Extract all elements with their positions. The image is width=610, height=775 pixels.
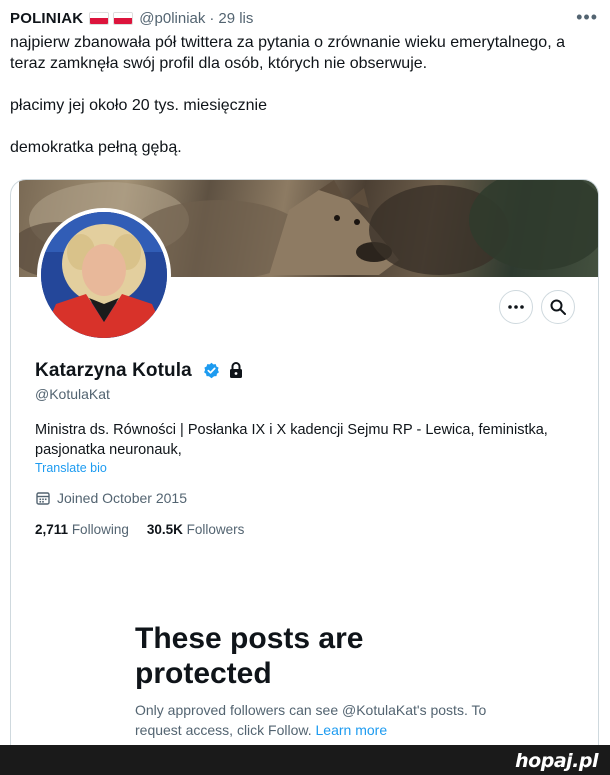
- poland-flag-icon: [89, 11, 110, 25]
- lock-icon: [230, 362, 242, 378]
- tweet-text-line: demokratka pełną gębą.: [10, 139, 182, 156]
- more-horizontal-icon: [508, 305, 524, 309]
- profile-avatar[interactable]: [37, 208, 171, 342]
- author-handle[interactable]: @p0liniak: [139, 10, 205, 27]
- tweet-text-line: płacimy jej około 20 tys. miesięcznie: [10, 97, 267, 114]
- tweet-text: najpierw zbanowała pół twittera za pytan…: [10, 32, 604, 158]
- tweet-time[interactable]: 29 lis: [218, 10, 253, 27]
- profile-bio: Ministra ds. Równości | Posłanka IX i X …: [35, 422, 548, 458]
- profile-search-button[interactable]: [541, 290, 575, 324]
- protected-posts-message: Only approved followers can see @KotulaK…: [135, 700, 495, 740]
- poland-flag-icon: [113, 11, 134, 25]
- more-horizontal-icon[interactable]: •••: [576, 7, 598, 28]
- watermark-bar: hopaj.pl: [0, 745, 610, 775]
- joined-date: Joined October 2015: [57, 490, 187, 506]
- author-name[interactable]: POLINIAK: [10, 10, 83, 27]
- protected-posts-body: Only approved followers can see @KotulaK…: [135, 702, 487, 738]
- followers-link[interactable]: 30.5K Followers: [147, 522, 245, 537]
- verified-badge-icon[interactable]: [203, 362, 220, 379]
- follow-stats: 2,711 Following 30.5K Followers: [35, 522, 244, 537]
- following-count: 2,711: [35, 522, 69, 537]
- followers-label: Followers: [186, 522, 245, 537]
- profile-display-name: Katarzyna Kotula: [35, 360, 192, 381]
- tweet-header: POLINIAK @p0liniak · 29 lis •••: [10, 7, 598, 29]
- profile-screenshot-card[interactable]: Katarzyna Kotula @KotulaKat Ministra ds.…: [10, 179, 599, 775]
- followers-count: 30.5K: [146, 522, 183, 537]
- poland-flags: [89, 11, 134, 25]
- learn-more-link[interactable]: Learn more: [316, 722, 388, 738]
- translate-bio-link[interactable]: Translate bio: [35, 461, 107, 475]
- profile-username: @KotulaKat: [35, 386, 110, 402]
- site-watermark: hopaj.pl: [515, 750, 598, 772]
- avatar-image: [41, 212, 167, 338]
- profile-more-button[interactable]: [499, 290, 533, 324]
- following-label: Following: [71, 522, 129, 537]
- protected-posts-title: These posts are protected: [135, 622, 364, 690]
- search-icon: [550, 299, 566, 315]
- tweet-text-line: najpierw zbanowała pół twittera za pytan…: [10, 34, 565, 72]
- separator-dot: ·: [209, 9, 215, 27]
- following-link[interactable]: 2,711 Following: [35, 522, 129, 537]
- calendar-icon: [36, 492, 50, 505]
